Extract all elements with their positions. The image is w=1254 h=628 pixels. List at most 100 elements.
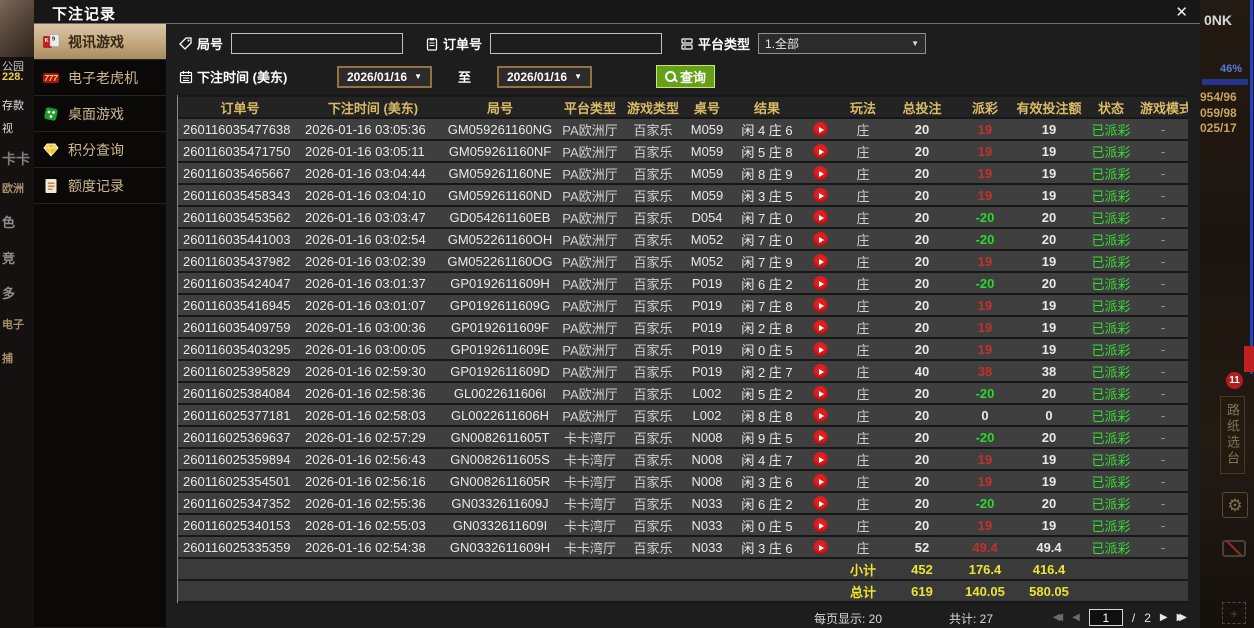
cell-total-bet: 20 bbox=[888, 471, 956, 491]
cell-game-type: 百家乐 bbox=[624, 537, 682, 557]
cell-table: N008 bbox=[682, 427, 732, 447]
cell-table: N033 bbox=[682, 537, 732, 557]
page-separator: / bbox=[1132, 611, 1135, 625]
subtotal-payout: 176.4 bbox=[956, 559, 1014, 579]
play-video-button[interactable] bbox=[813, 166, 828, 181]
cell-platform: PA欧洲厅 bbox=[556, 339, 624, 359]
cell-play-type: 庄 bbox=[838, 229, 888, 249]
calendar-icon bbox=[179, 70, 193, 84]
sidebar-item-额度记录[interactable]: 额度记录 bbox=[34, 168, 166, 204]
play-video-button[interactable] bbox=[813, 210, 828, 225]
page-input[interactable] bbox=[1089, 609, 1123, 626]
cell-game-mode: - bbox=[1138, 251, 1188, 271]
cell-platform: 卡卡湾厅 bbox=[556, 515, 624, 535]
cell-platform: PA欧洲厅 bbox=[556, 273, 624, 293]
order-number-input[interactable] bbox=[490, 33, 662, 54]
road-map-tab[interactable]: 路纸选台 bbox=[1220, 396, 1245, 474]
play-icon bbox=[819, 303, 824, 309]
play-icon bbox=[819, 523, 824, 529]
play-video-button[interactable] bbox=[813, 188, 828, 203]
play-video-button[interactable] bbox=[813, 364, 828, 379]
sidebar-item-视讯游戏[interactable]: K9视讯游戏 bbox=[34, 24, 166, 60]
cell-total-bet: 20 bbox=[888, 141, 956, 161]
cell-valid-bet: 20 bbox=[1014, 273, 1084, 293]
bet-time-label: 下注时间 (美东) bbox=[179, 67, 337, 86]
next-page-button[interactable]: ▶ bbox=[1160, 612, 1168, 623]
play-video-button[interactable] bbox=[813, 342, 828, 357]
cell-video bbox=[802, 185, 838, 205]
platform-type-value: 1.全部 bbox=[765, 35, 799, 52]
cell-bet-time: 2026-01-16 03:01:37 bbox=[302, 273, 444, 293]
cell-game-mode: - bbox=[1138, 405, 1188, 425]
bg-left-item: 竞 bbox=[2, 248, 15, 267]
play-video-button[interactable] bbox=[813, 408, 828, 423]
play-video-button[interactable] bbox=[813, 276, 828, 291]
play-video-button[interactable] bbox=[813, 474, 828, 489]
cell-result: 闲 4 庄 7 bbox=[732, 449, 802, 469]
cell-round: GM059261160NE bbox=[444, 163, 556, 183]
date-from-picker[interactable]: 2026/01/16 ▼ bbox=[337, 66, 432, 88]
close-icon[interactable]: ✕ bbox=[1175, 3, 1188, 21]
sidebar-item-桌面游戏[interactable]: 桌面游戏 bbox=[34, 96, 166, 132]
cell-game-mode: - bbox=[1138, 471, 1188, 491]
cell-valid-bet: 38 bbox=[1014, 361, 1084, 381]
play-video-button[interactable] bbox=[813, 298, 828, 313]
play-video-button[interactable] bbox=[813, 496, 828, 511]
cell-result: 闲 9 庄 5 bbox=[732, 427, 802, 447]
cell-game-type: 百家乐 bbox=[624, 317, 682, 337]
cell-platform: 卡卡湾厅 bbox=[556, 493, 624, 513]
cell-round: GN0332611609J bbox=[444, 493, 556, 513]
cell-total-bet: 20 bbox=[888, 339, 956, 359]
cell-payout: 0 bbox=[956, 405, 1014, 425]
cell-round: GL0022611606H bbox=[444, 405, 556, 425]
cell-play-type: 庄 bbox=[838, 163, 888, 183]
play-video-button[interactable] bbox=[813, 386, 828, 401]
play-video-button[interactable] bbox=[813, 518, 828, 533]
pagination-bar: 每页显示: 20 共计: 27 ◀◀ ◀ / 2 ▶ ▶▶ bbox=[177, 608, 1187, 627]
play-video-button[interactable] bbox=[813, 232, 828, 247]
play-video-button[interactable] bbox=[813, 144, 828, 159]
bg-left-item: 欧洲 bbox=[2, 180, 24, 196]
sidebar-item-电子老虎机[interactable]: 777电子老虎机 bbox=[34, 60, 166, 96]
cell-video bbox=[802, 383, 838, 403]
cell-payout: -20 bbox=[956, 427, 1014, 447]
play-video-button[interactable] bbox=[813, 452, 828, 467]
date-to-picker[interactable]: 2026/01/16 ▼ bbox=[497, 66, 592, 88]
play-video-button[interactable] bbox=[813, 540, 828, 555]
cell-status: 已派彩 bbox=[1084, 141, 1138, 161]
cell-game-type: 百家乐 bbox=[624, 515, 682, 535]
cell-valid-bet: 20 bbox=[1014, 229, 1084, 249]
sidebar-item-label: 电子老虎机 bbox=[68, 68, 138, 88]
cell-payout: 19 bbox=[956, 339, 1014, 359]
sidebar-item-积分查询[interactable]: 积分查询 bbox=[34, 132, 166, 168]
play-video-button[interactable] bbox=[813, 430, 828, 445]
cell-result: 闲 7 庄 9 bbox=[732, 251, 802, 271]
col-header: 有效投注额 bbox=[1014, 97, 1084, 117]
cell-valid-bet: 19 bbox=[1014, 449, 1084, 469]
play-video-button[interactable] bbox=[813, 254, 828, 269]
play-video-button[interactable] bbox=[813, 320, 828, 335]
last-page-button[interactable]: ▶▶ bbox=[1177, 612, 1187, 623]
cell-payout: -20 bbox=[956, 493, 1014, 513]
search-button[interactable]: 查询 bbox=[656, 65, 715, 88]
prev-page-button[interactable]: ◀ bbox=[1072, 612, 1080, 623]
cell-platform: PA欧洲厅 bbox=[556, 405, 624, 425]
cell-payout: 19 bbox=[956, 449, 1014, 469]
chat-disabled-icon[interactable] bbox=[1222, 540, 1246, 557]
order-number-label: 订单号 bbox=[425, 34, 482, 53]
gear-icon[interactable]: ⚙ bbox=[1222, 492, 1248, 518]
chevron-down-icon: ▼ bbox=[911, 39, 919, 48]
cell-order: 260116035403295 bbox=[178, 339, 302, 359]
cell-game-mode: - bbox=[1138, 273, 1188, 293]
play-video-button[interactable] bbox=[813, 122, 828, 137]
cell-game-type: 百家乐 bbox=[624, 427, 682, 447]
fullscreen-icon[interactable]: + bbox=[1222, 602, 1246, 624]
col-header: 总投注 bbox=[888, 97, 956, 117]
platform-type-select[interactable]: 1.全部 ▼ bbox=[758, 33, 926, 54]
first-page-button[interactable]: ◀◀ bbox=[1053, 612, 1063, 623]
round-number-input[interactable] bbox=[231, 33, 403, 54]
cell-valid-bet: 19 bbox=[1014, 295, 1084, 315]
cell-game-type: 百家乐 bbox=[624, 141, 682, 161]
cell-result: 闲 7 庄 8 bbox=[732, 295, 802, 315]
cell-round: GP0192611609E bbox=[444, 339, 556, 359]
